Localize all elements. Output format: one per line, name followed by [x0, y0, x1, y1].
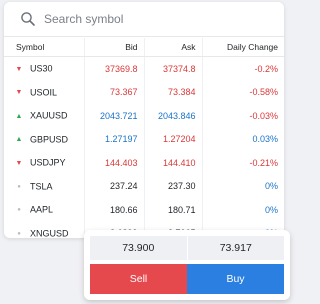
daily-change-cell: -0.58% — [201, 80, 284, 104]
symbol-label: XAUUSD — [30, 111, 68, 122]
watchlist-panel: Symbol Bid Ask Daily Change ▼ US30 37369.8… — [4, 2, 284, 238]
daily-change-cell: 0% — [201, 198, 284, 222]
symbol-cell: ● TSLA — [4, 175, 84, 199]
table-row[interactable]: ▼ USDJPY 144.403 144.410 -0.21% — [4, 151, 284, 175]
search-bar[interactable] — [4, 2, 284, 37]
table-row[interactable]: ▼ US30 37369.8 37374.8 -0.2% — [4, 56, 284, 81]
header-symbol[interactable]: Symbol — [4, 38, 84, 57]
bid-cell: 237.24 — [83, 174, 144, 198]
ask-cell: 144.410 — [143, 151, 202, 175]
table-row[interactable]: ● TSLA 237.24 237.30 0% — [4, 174, 284, 199]
bid-cell: 2043.721 — [83, 104, 144, 128]
sell-button[interactable]: Sell — [90, 264, 187, 294]
symbol-label: US30 — [30, 64, 53, 75]
ask-cell: 2043.846 — [143, 104, 202, 128]
triangle-up-icon: ▲ — [15, 112, 23, 120]
symbol-cell: ● AAPL — [4, 198, 84, 222]
daily-change-cell: 0% — [201, 174, 284, 198]
triangle-up-icon: ▲ — [15, 136, 23, 144]
dot-icon: ● — [17, 207, 21, 214]
sell-price: 73.900 — [90, 236, 187, 260]
buy-price: 73.917 — [186, 236, 284, 260]
table-row[interactable]: ▲ GBPUSD 1.27197 1.27204 0.03% — [4, 127, 284, 152]
header-bid[interactable]: Bid — [83, 38, 144, 57]
symbol-cell: ▲ GBPUSD — [4, 128, 84, 152]
symbol-label: AAPL — [30, 205, 54, 216]
ask-cell: 1.27204 — [143, 127, 202, 151]
bid-cell: 73.367 — [83, 80, 144, 104]
bid-cell: 1.27197 — [83, 127, 144, 151]
daily-change-cell: -0.2% — [201, 56, 284, 81]
table-row[interactable]: ▼ USOIL 73.367 73.384 -0.58% — [4, 80, 284, 105]
symbol-cell: ● XNGUSD — [4, 222, 84, 238]
ask-cell: 237.30 — [143, 174, 202, 198]
daily-change-cell: 0.03% — [201, 127, 284, 151]
trade-buttons: Sell Buy — [90, 264, 284, 294]
dot-icon: ● — [17, 183, 21, 190]
bid-cell: 37369.8 — [83, 56, 144, 81]
ask-cell: 37374.8 — [143, 56, 202, 81]
table-row[interactable]: ▲ XAUUSD 2043.721 2043.846 -0.03% — [4, 104, 284, 128]
header-ask[interactable]: Ask — [143, 38, 202, 57]
symbol-cell: ▼ USOIL — [4, 81, 84, 105]
table-header-row: Symbol Bid Ask Daily Change — [4, 38, 284, 57]
table-row[interactable]: ● AAPL 180.66 180.71 0% — [4, 198, 284, 222]
ask-cell: 180.71 — [143, 198, 202, 222]
symbol-label: USDJPY — [30, 158, 66, 169]
ask-cell: 73.384 — [143, 80, 202, 104]
daily-change-cell: -0.03% — [201, 104, 284, 128]
triangle-down-icon: ▼ — [15, 159, 23, 167]
symbol-cell: ▼ US30 — [4, 57, 84, 81]
symbol-table: Symbol Bid Ask Daily Change ▼ US30 37369.8… — [4, 38, 284, 238]
dot-icon: ● — [17, 230, 21, 237]
buy-button[interactable]: Buy — [187, 264, 284, 294]
search-icon — [21, 12, 35, 26]
price-bar: 73.900 73.917 — [90, 236, 284, 260]
header-daily-change[interactable]: Daily Change — [201, 38, 284, 57]
triangle-down-icon: ▼ — [15, 65, 23, 73]
symbol-label: XNGUSD — [30, 228, 69, 238]
triangle-down-icon: ▼ — [15, 89, 23, 97]
symbol-label: USOIL — [30, 87, 58, 98]
bid-cell: 180.66 — [83, 198, 144, 222]
symbol-label: GBPUSD — [30, 134, 69, 145]
symbol-label: TSLA — [30, 181, 53, 192]
symbol-cell: ▼ USDJPY — [4, 151, 84, 175]
trade-panel: 73.900 73.917 Sell Buy — [84, 230, 290, 300]
search-input[interactable] — [44, 12, 264, 26]
symbol-cell: ▲ XAUUSD — [4, 104, 84, 128]
bid-cell: 144.403 — [83, 151, 144, 175]
daily-change-cell: -0.21% — [201, 151, 284, 175]
